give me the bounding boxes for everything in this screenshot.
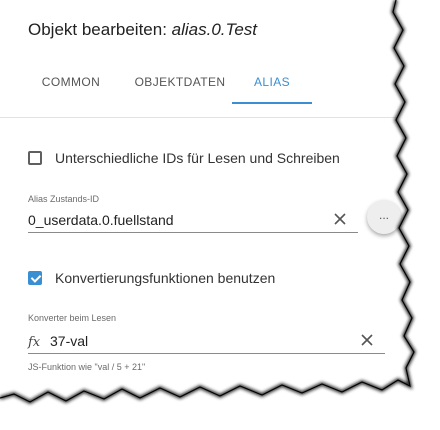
alias-state-id-field[interactable]: 0_userdata.0.fuellstand: [28, 210, 358, 233]
tab-bar: COMMON OBJEKTDATEN ALIAS: [14, 62, 312, 104]
close-icon[interactable]: [357, 329, 377, 351]
read-converter-label: Konverter beim Lesen: [28, 313, 117, 323]
dialog-object-id: alias.0.Test: [171, 20, 258, 39]
tab-common[interactable]: COMMON: [14, 62, 128, 102]
read-converter-value: 37-val: [50, 333, 89, 349]
read-converter-field[interactable]: fx 37-val: [28, 331, 385, 354]
close-icon[interactable]: [330, 208, 350, 230]
dialog-title: Objekt bearbeiten: alias.0.Test: [28, 20, 257, 40]
different-ids-row[interactable]: Unterschiedliche IDs für Lesen und Schre…: [28, 150, 340, 166]
alias-state-id-value: 0_userdata.0.fuellstand: [28, 212, 174, 228]
checkbox-unchecked-icon[interactable]: [28, 151, 42, 165]
screenshot-stage: Objekt bearbeiten: alias.0.Test COMMON O…: [0, 0, 440, 430]
edit-object-dialog: Objekt bearbeiten: alias.0.Test COMMON O…: [0, 0, 420, 400]
different-ids-label: Unterschiedliche IDs für Lesen und Schre…: [55, 150, 340, 166]
use-conversion-label: Konvertierungsfunktionen benutzen: [55, 270, 276, 286]
function-icon: fx: [28, 335, 41, 350]
checkbox-checked-icon[interactable]: [28, 271, 42, 285]
tab-alias[interactable]: ALIAS: [232, 62, 312, 104]
read-converter-helper: JS-Funktion wie "val / 5 + 21": [28, 362, 146, 372]
alias-state-id-label: Alias Zustands-ID: [28, 194, 100, 204]
tabs-divider: [0, 117, 420, 118]
dialog-title-prefix: Objekt bearbeiten:: [28, 20, 172, 39]
tab-objektdaten[interactable]: OBJEKTDATEN: [128, 62, 232, 102]
select-id-button[interactable]: ...: [367, 200, 401, 234]
use-conversion-row[interactable]: Konvertierungsfunktionen benutzen: [28, 270, 275, 286]
